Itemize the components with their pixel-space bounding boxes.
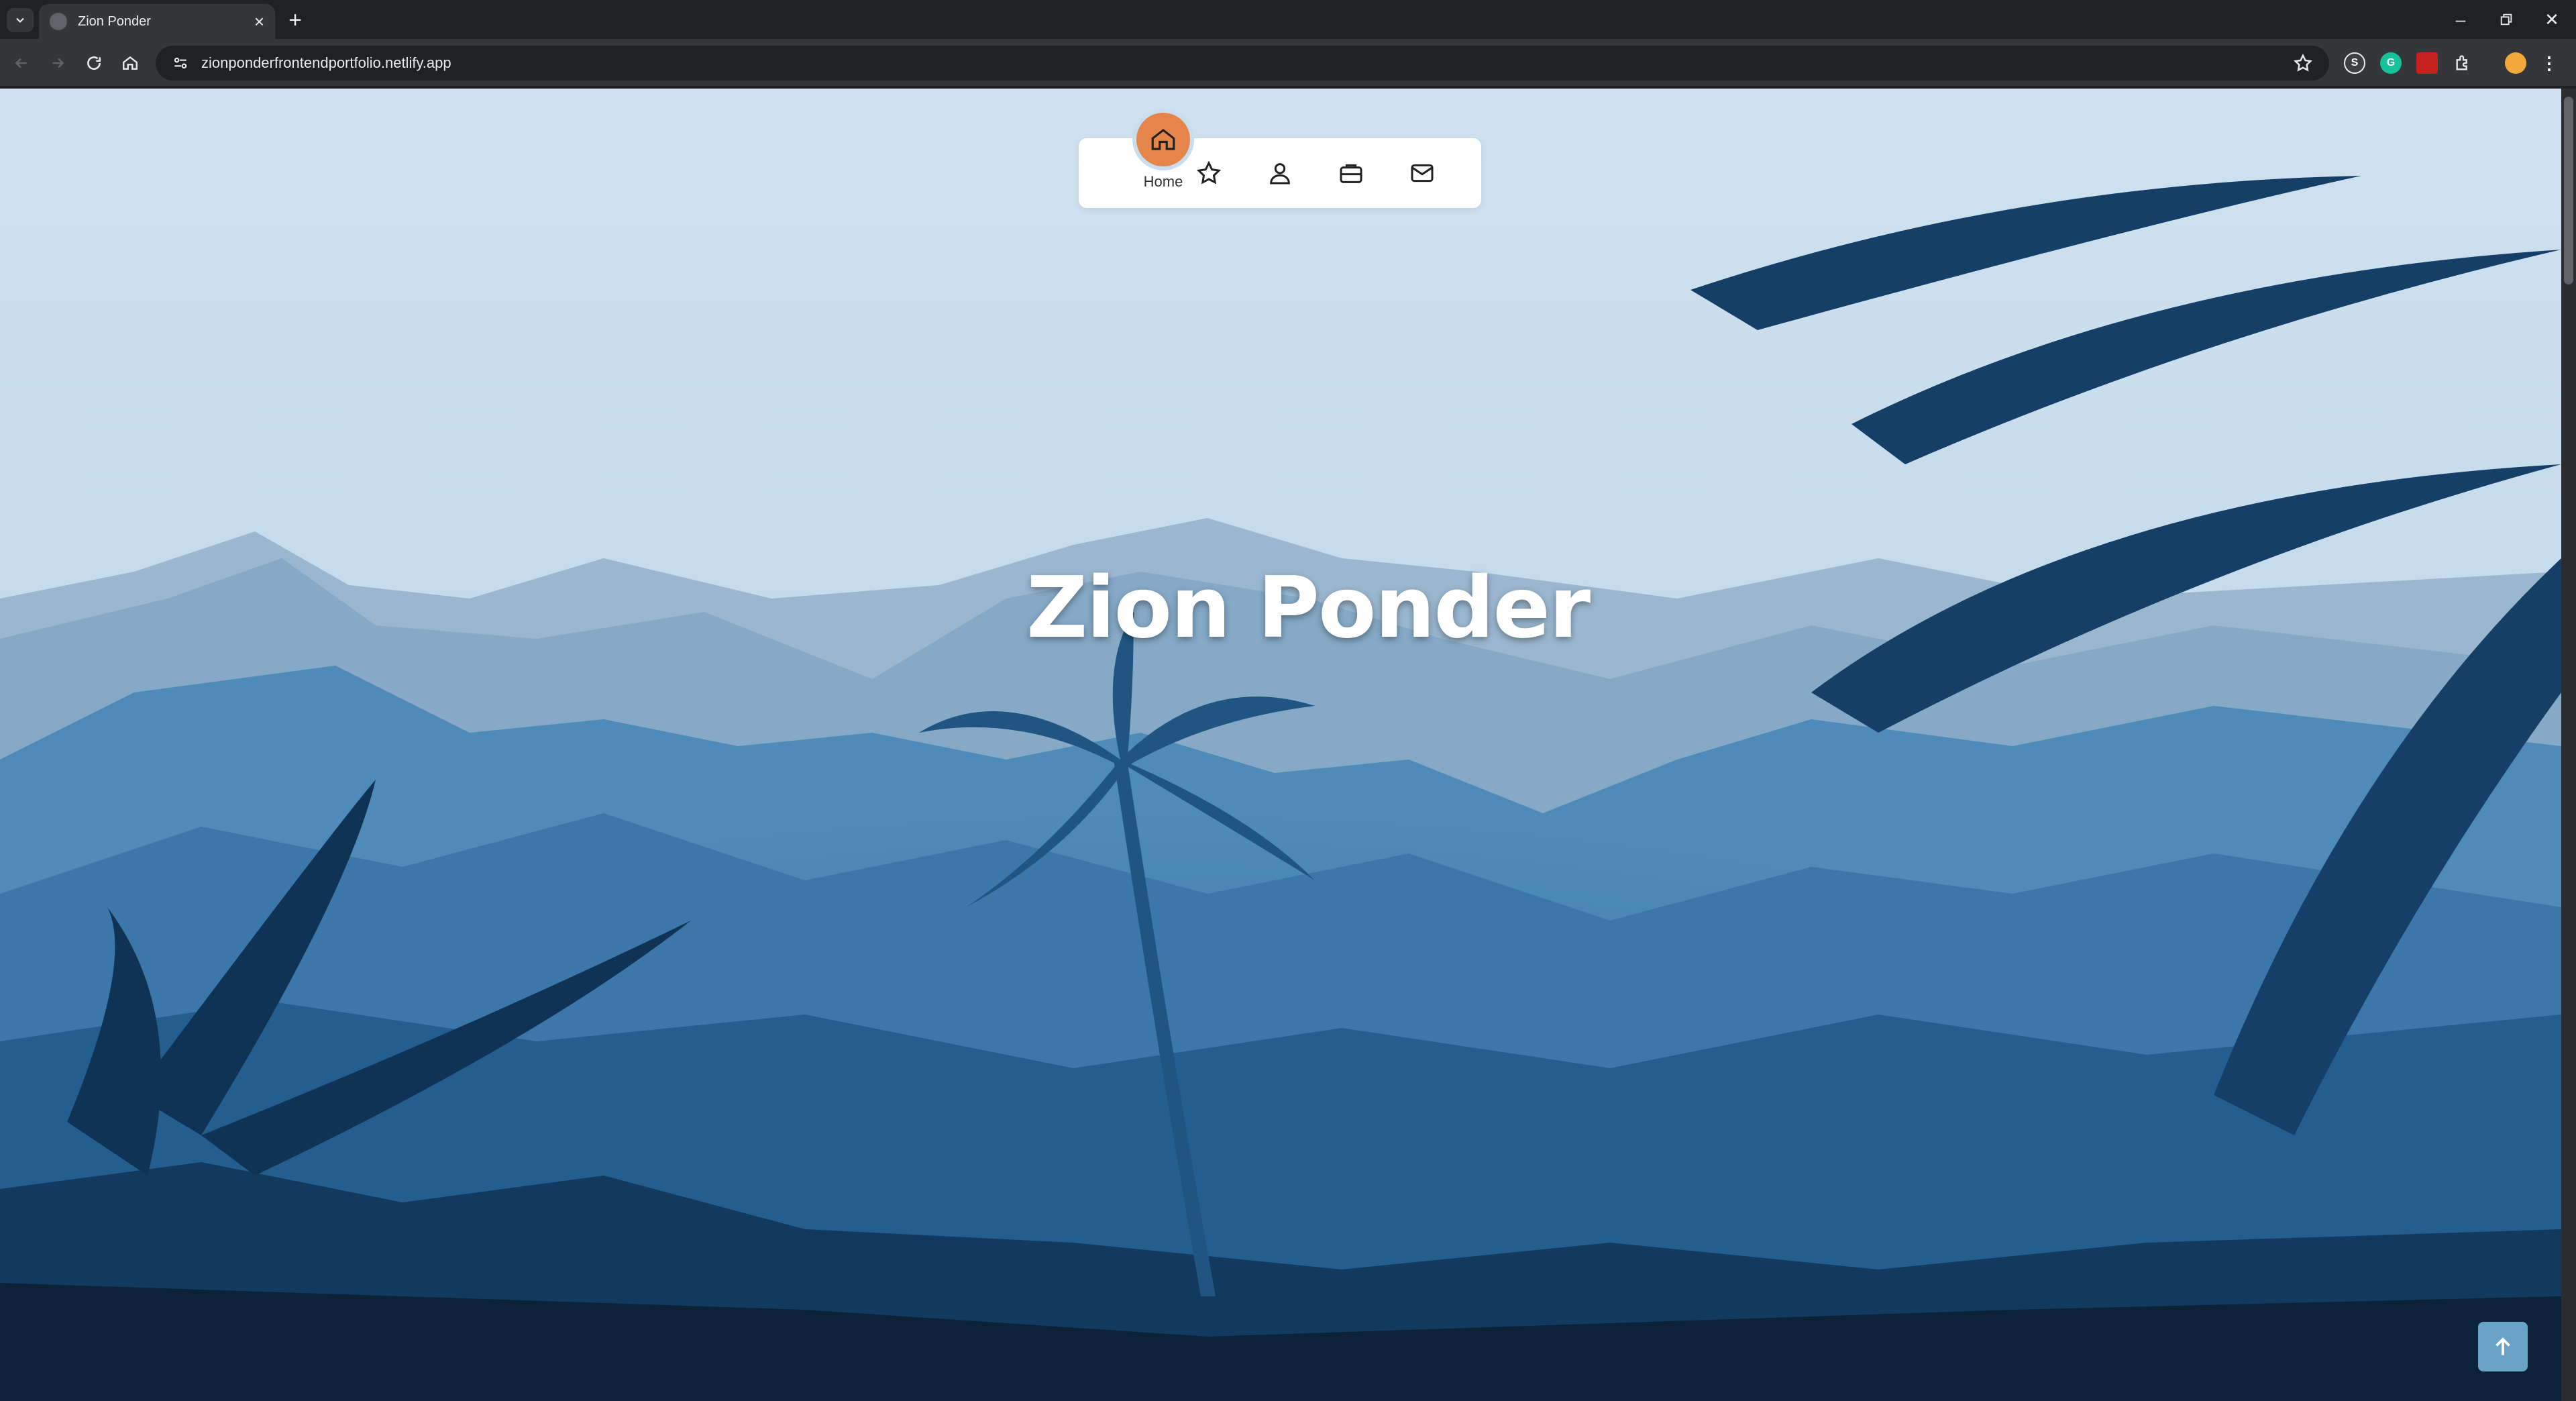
tab-strip: Zion Ponder × + – ✕ <box>0 0 2576 39</box>
home-icon <box>123 56 138 70</box>
arrow-left-icon <box>15 58 27 68</box>
mail-icon <box>1411 164 1434 183</box>
profile-avatar[interactable] <box>2505 52 2526 74</box>
tab-title: Zion Ponder <box>78 13 151 29</box>
home-browser-button[interactable] <box>117 50 144 76</box>
scrollbar-thumb[interactable] <box>2564 97 2573 284</box>
url-text[interactable]: zionponderfrontendportfolio.netlify.app <box>201 54 2293 72</box>
scroll-to-top-button[interactable] <box>2478 1322 2528 1371</box>
address-bar[interactable]: zionponderfrontendportfolio.netlify.app <box>156 46 2329 81</box>
user-icon <box>1270 163 1290 185</box>
chevron-down-icon <box>16 17 24 23</box>
back-button[interactable] <box>8 50 35 76</box>
nav-portfolio[interactable] <box>1318 138 1385 208</box>
floating-navbar: Home <box>1079 109 1481 208</box>
star-icon <box>1196 160 1222 185</box>
new-tab-button[interactable]: + <box>282 7 309 34</box>
forward-button[interactable] <box>44 50 71 76</box>
close-icon[interactable]: × <box>254 13 264 30</box>
arrow-right-icon <box>52 58 64 68</box>
extensions-puzzle-icon[interactable] <box>2453 52 2474 74</box>
extension-desc-icon[interactable] <box>2416 52 2438 74</box>
jungle-background-illustration <box>0 89 2561 1401</box>
reload-icon <box>87 56 101 70</box>
restore-button[interactable] <box>2487 4 2525 35</box>
page-viewport: Home Zion Ponder <box>0 89 2561 1401</box>
kebab-menu-icon[interactable]: ⋮ <box>2538 52 2560 74</box>
nav-skills[interactable] <box>1175 138 1242 208</box>
tab-search-button[interactable] <box>7 8 34 32</box>
nav-home[interactable]: Home <box>1104 109 1194 208</box>
nav-contact[interactable] <box>1389 138 1456 208</box>
minimize-button[interactable]: – <box>2442 4 2479 35</box>
site-info-icon[interactable] <box>172 54 189 72</box>
nav-about[interactable] <box>1246 138 1313 208</box>
extension-grammarly-icon[interactable]: G <box>2380 52 2402 74</box>
globe-icon <box>50 13 67 30</box>
extension-s-icon[interactable]: S <box>2344 52 2365 74</box>
arrow-up-icon <box>2496 1337 2510 1355</box>
restore-icon <box>2500 13 2512 25</box>
briefcase-icon <box>1340 164 1362 183</box>
bookmark-star-icon[interactable] <box>2293 53 2313 73</box>
browser-tab[interactable]: Zion Ponder × <box>39 4 275 39</box>
hero-title: Zion Ponder <box>1026 558 1591 657</box>
home-icon <box>1151 129 1175 150</box>
reload-button[interactable] <box>80 50 107 76</box>
browser-toolbar: zionponderfrontendportfolio.netlify.app … <box>0 39 2576 87</box>
page-scrollbar[interactable] <box>2561 89 2576 1401</box>
close-window-button[interactable]: ✕ <box>2533 4 2571 35</box>
